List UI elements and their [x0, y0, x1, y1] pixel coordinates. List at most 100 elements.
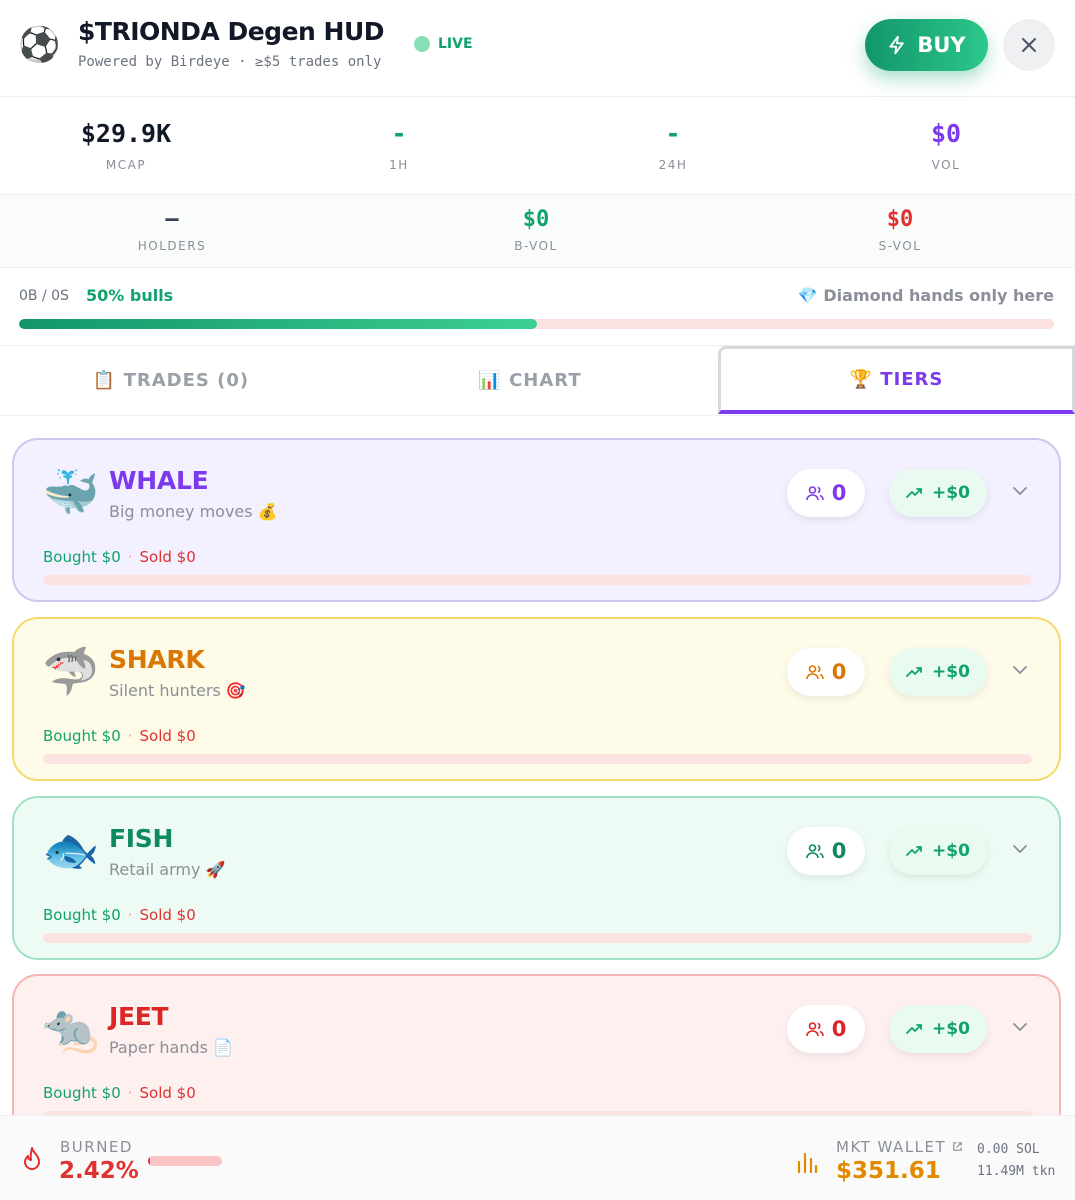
- tier-pnl-pill[interactable]: +$0: [889, 469, 987, 517]
- stat-value: -: [665, 119, 681, 148]
- stat-value: -: [391, 119, 407, 148]
- tier-users-pill[interactable]: 0: [787, 648, 865, 696]
- chevron-down-icon[interactable]: [1009, 1016, 1031, 1038]
- tier-name: WHALE: [109, 466, 209, 495]
- burned-value: 2.42%: [59, 1158, 139, 1184]
- lightning-icon: [889, 35, 905, 55]
- trending-up-icon: [906, 667, 922, 677]
- close-icon: [1022, 38, 1036, 52]
- tier-name: FISH: [109, 824, 174, 853]
- tier-users-pill[interactable]: 0: [787, 1005, 865, 1053]
- tier-flows: Bought $0 · Sold $0: [43, 548, 196, 566]
- flame-icon: [24, 1147, 40, 1170]
- burned-bar-fill: [148, 1156, 150, 1166]
- chevron-down-icon[interactable]: [1009, 480, 1031, 502]
- stat-label: HOLDERS: [137, 239, 207, 253]
- chevron-down-icon[interactable]: [1009, 659, 1031, 681]
- tier-sold: Sold $0: [139, 1084, 196, 1102]
- stat-label: 24H: [658, 158, 688, 172]
- external-link-icon: [953, 1142, 963, 1151]
- mkt-wallet-label-row[interactable]: MKT WALLET: [836, 1138, 963, 1156]
- tab-bar: 📋 TRADES (0) 📊 CHART 🏆 TIERS: [0, 346, 1075, 416]
- tier-pnl-value: +$0: [932, 483, 970, 503]
- tab-trades[interactable]: 📋 TRADES (0): [0, 346, 342, 415]
- bar-chart-icon: [797, 1152, 818, 1174]
- tier-flow-bar: [43, 754, 1032, 764]
- tier-card-jeet[interactable]: 🐀 JEET Paper hands 📄 0 +$0 Bought $0 · Sol…: [12, 974, 1061, 1138]
- tier-name: SHARK: [109, 645, 205, 674]
- tab-tiers[interactable]: 🏆 TIERS: [718, 346, 1075, 414]
- stat-value: $0: [886, 207, 914, 232]
- tier-users-count: 0: [831, 660, 847, 684]
- footer-bar: BURNED 2.42% MKT WALLET $351.61 0.00 SOL…: [0, 1115, 1075, 1200]
- tier-card-shark[interactable]: 🦈 SHARK Silent hunters 🎯 0 +$0 Bought $0…: [12, 617, 1061, 781]
- mkt-wallet-label: MKT WALLET: [836, 1138, 947, 1156]
- tier-separator: ·: [127, 548, 133, 566]
- stat-vol: $0 VOL: [846, 119, 1046, 172]
- stat-mcap: $29.9K MCAP: [26, 119, 226, 172]
- tier-users-pill[interactable]: 0: [787, 469, 865, 517]
- tier-description: Retail army 🚀: [109, 860, 226, 879]
- tier-users-count: 0: [831, 839, 847, 863]
- stat-label: MCAP: [105, 158, 147, 172]
- tier-pnl-value: +$0: [932, 662, 970, 682]
- live-label: LIVE: [438, 36, 473, 52]
- buy-button-label: BUY: [917, 33, 966, 57]
- tier-description: Paper hands 📄: [109, 1038, 233, 1057]
- mkt-wallet-sol: 0.00 SOL: [977, 1142, 1040, 1157]
- tier-separator: ·: [127, 1084, 133, 1102]
- trending-up-icon: [906, 1024, 922, 1034]
- stat-value: $0: [522, 207, 550, 232]
- tier-flows: Bought $0 · Sold $0: [43, 906, 196, 924]
- sentiment-panel: 0B / 0S 50% bulls 💎 Diamond hands only h…: [0, 268, 1075, 346]
- tier-bought: Bought $0: [43, 906, 121, 924]
- stat-holders: — HOLDERS: [72, 207, 272, 253]
- live-dot-icon: [414, 36, 430, 52]
- mkt-wallet-value: $351.61: [836, 1158, 941, 1184]
- tier-pnl-value: +$0: [932, 841, 970, 861]
- users-icon: [805, 486, 824, 501]
- tier-pnl-pill[interactable]: +$0: [889, 648, 987, 696]
- stat-1h: - 1H: [299, 119, 499, 172]
- tier-pnl-pill[interactable]: +$0: [889, 1005, 987, 1053]
- tier-card-whale[interactable]: 🐳 WHALE Big money moves 💰 0 +$0 Bought $…: [12, 438, 1061, 602]
- sentiment-tagline: 💎 Diamond hands only here: [797, 286, 1054, 305]
- tab-label: 📊 CHART: [478, 370, 582, 391]
- stat-buy-volume: $0 B-VOL: [436, 207, 636, 253]
- sentiment-bar: [19, 319, 1054, 329]
- tab-label: 📋 TRADES (0): [92, 370, 250, 391]
- tier-emoji: 🐟: [42, 823, 100, 877]
- stat-value: $0: [930, 119, 962, 148]
- tier-users-count: 0: [831, 1017, 847, 1041]
- tier-bought: Bought $0: [43, 727, 121, 745]
- users-icon: [805, 844, 824, 859]
- stat-label: S-VOL: [878, 239, 922, 253]
- tier-card-fish[interactable]: 🐟 FISH Retail army 🚀 0 +$0 Bought $0 · Sol…: [12, 796, 1061, 960]
- tier-pnl-pill[interactable]: +$0: [889, 827, 987, 875]
- tier-bought: Bought $0: [43, 1084, 121, 1102]
- users-icon: [805, 665, 824, 680]
- tier-pnl-value: +$0: [932, 1019, 970, 1039]
- burned-bar: [148, 1156, 222, 1166]
- tier-sold: Sold $0: [139, 906, 196, 924]
- tier-flows: Bought $0 · Sold $0: [43, 1084, 196, 1102]
- tier-emoji: 🐳: [42, 465, 100, 519]
- tier-users-pill[interactable]: 0: [787, 827, 865, 875]
- chevron-down-icon[interactable]: [1009, 838, 1031, 860]
- close-button[interactable]: [1003, 19, 1055, 71]
- tier-bought: Bought $0: [43, 548, 121, 566]
- tab-chart[interactable]: 📊 CHART: [342, 346, 718, 415]
- stat-label: VOL: [931, 158, 961, 172]
- buy-button[interactable]: BUY: [865, 19, 988, 71]
- sentiment-bar-fill: [19, 319, 537, 329]
- bulls-percentage: 50% bulls: [86, 286, 174, 305]
- tier-name: JEET: [109, 1002, 169, 1031]
- mkt-wallet-tokens: 11.49M tkn: [977, 1164, 1056, 1179]
- tier-flow-bar: [43, 575, 1032, 585]
- page-title: $TRIONDA Degen HUD: [78, 17, 385, 46]
- tier-description: Big money moves 💰: [109, 502, 278, 521]
- buy-sell-count: 0B / 0S: [19, 288, 69, 304]
- burned-label: BURNED: [60, 1138, 133, 1156]
- stat-24h: - 24H: [573, 119, 773, 172]
- stat-value: —: [165, 207, 179, 232]
